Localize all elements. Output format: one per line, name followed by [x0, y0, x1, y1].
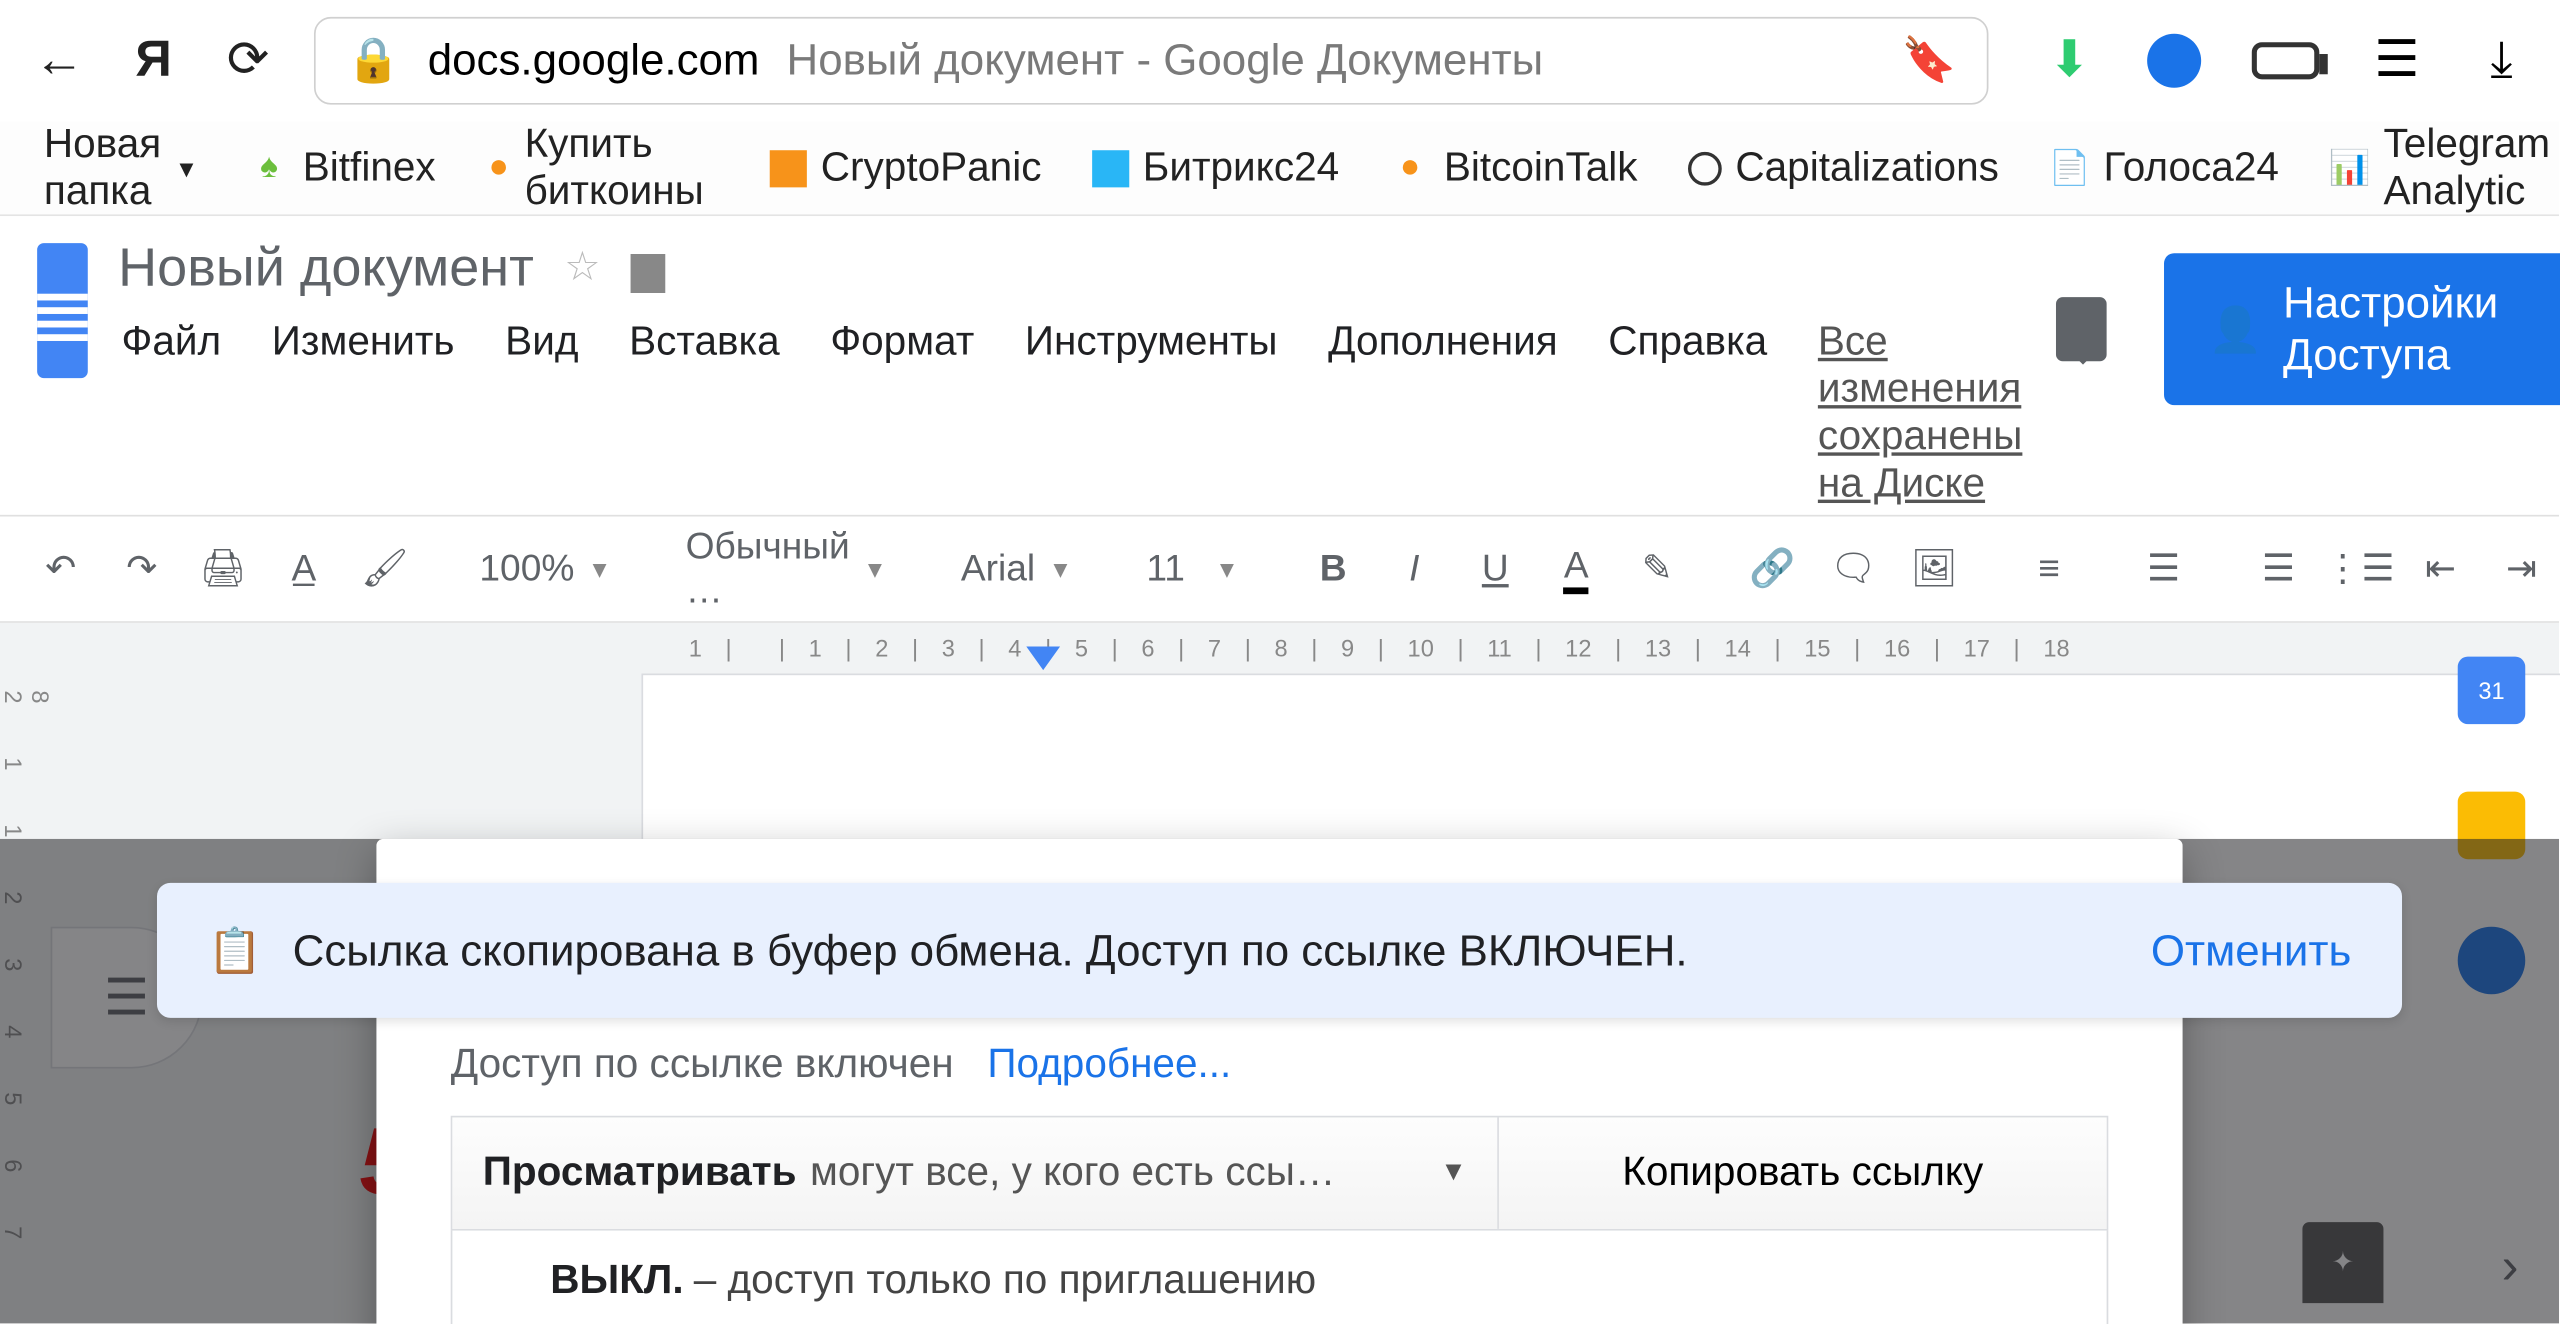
redo-button[interactable]: ↷ — [105, 532, 179, 606]
bookmark-item[interactable]: Capitalizations — [1671, 138, 2016, 199]
font-size-combo[interactable]: 11▼ — [1129, 532, 1255, 606]
url-domain: docs.google.com — [428, 34, 760, 86]
browser-top-bar: ← Я ⟳ 🔒 docs.google.com Новый документ -… — [0, 0, 2559, 122]
numbered-list-button[interactable]: ☰ — [2241, 532, 2315, 606]
insert-image-button[interactable]: 🖼 — [1897, 532, 1971, 606]
undo-button[interactable]: ↶ — [24, 532, 98, 606]
battery-icon[interactable] — [2252, 41, 2320, 78]
bookmark-folder[interactable]: Новая папка ▼ — [27, 114, 215, 222]
menu-bar: Файл Изменить Вид Вставка Формат Инструм… — [118, 312, 2026, 515]
bookmark-item[interactable]: ♠Bitfinex — [232, 138, 453, 199]
calendar-addon-icon[interactable]: 31 — [2458, 657, 2526, 725]
bookmark-item[interactable]: Битрикс24 — [1075, 138, 1356, 199]
bookmark-item[interactable]: ●BitcoinTalk — [1373, 138, 1654, 199]
menu-help[interactable]: Справка — [1605, 312, 1771, 515]
chevron-down-icon: ▼ — [1440, 1158, 1467, 1188]
align-button[interactable]: ≡ — [2012, 532, 2086, 606]
text-color-button[interactable]: A — [1539, 532, 1613, 606]
permission-options-panel: ВЫКЛ. – доступ только по приглашению Ред… — [451, 1231, 2109, 1324]
link-copied-toast: 📋 Ссылка скопирована в буфер обмена. Дос… — [157, 883, 2402, 1018]
bookmark-item[interactable]: ●Купить биткоины — [469, 114, 736, 222]
bookmark-star-icon[interactable]: 🔖 — [1902, 34, 1957, 86]
link-sharing-label: Доступ по ссылке включен — [451, 1041, 954, 1088]
download-tray-icon[interactable]: ⤓ — [2475, 33, 2529, 87]
comments-icon[interactable] — [2056, 297, 2107, 361]
bookmark-item[interactable]: CryptoPanic — [753, 138, 1058, 199]
zoom-combo[interactable]: 100%▼ — [463, 532, 629, 606]
doc-icon: 📄 — [2050, 148, 2091, 189]
learn-more-link[interactable]: Подробнее... — [987, 1041, 1231, 1088]
insert-link-button[interactable]: 🔗 — [1735, 532, 1809, 606]
bulleted-list-button[interactable]: ⋮☰ — [2322, 532, 2396, 606]
save-status[interactable]: Все изменения сохранены на Диске — [1814, 312, 2025, 515]
docs-toolbar: ↶ ↷ 🖨 A̲ 🖌 100%▼ Обычный …▼ Arial▼ 11▼ B… — [0, 515, 2559, 623]
line-spacing-button[interactable]: ☰ — [2127, 532, 2201, 606]
back-button[interactable]: ← — [30, 31, 87, 88]
docs-header: Новый документ ☆ ▆ Файл Изменить Вид Вст… — [0, 216, 2559, 515]
leaf-icon: ♠ — [249, 148, 290, 189]
spellcheck-button[interactable]: A̲ — [267, 532, 341, 606]
reload-button[interactable]: ⟳ — [219, 31, 276, 88]
option-off[interactable]: ВЫКЛ. – доступ только по приглашению — [452, 1231, 2106, 1324]
star-icon[interactable]: ☆ — [564, 243, 600, 292]
paint-format-button[interactable]: 🖌 — [348, 532, 422, 606]
folder-icon[interactable]: ▆ — [631, 241, 665, 293]
bookmark-item[interactable]: 📊Telegram Analytic — [2313, 114, 2560, 222]
bitrix-icon — [1092, 149, 1129, 186]
panel-icon[interactable]: ☰ — [2370, 33, 2424, 87]
style-combo[interactable]: Обычный …▼ — [669, 532, 904, 606]
cap-icon — [1688, 151, 1722, 185]
address-bar[interactable]: 🔒 docs.google.com Новый документ - Googl… — [314, 16, 1988, 104]
lock-icon: 🔒 — [346, 34, 401, 86]
download-icon[interactable]: ⬇ — [2042, 33, 2096, 87]
copy-link-button[interactable]: Копировать ссылку — [1499, 1117, 2107, 1228]
share-button[interactable]: 👤 Настройки Доступа — [2164, 253, 2560, 405]
highlight-button[interactable]: ✎ — [1620, 532, 1694, 606]
yandex-button[interactable]: Я — [125, 31, 182, 88]
increase-indent-button[interactable]: ⇥ — [2484, 532, 2558, 606]
panic-icon — [770, 149, 807, 186]
left-indent-marker[interactable] — [1026, 647, 1060, 671]
horizontal-ruler[interactable]: 1 | | 1 | 2 | 3 | 4 | 5 | 6 | 7 | 8 | 9 … — [641, 623, 2322, 674]
menu-tools[interactable]: Инструменты — [1022, 312, 1281, 515]
decrease-indent-button[interactable]: ⇤ — [2403, 532, 2477, 606]
lock-person-icon: 👤 — [2208, 303, 2263, 355]
menu-file[interactable]: Файл — [118, 312, 224, 515]
underline-button[interactable]: U — [1458, 532, 1532, 606]
print-button[interactable]: 🖨 — [186, 532, 260, 606]
bitcoin-icon: ● — [486, 148, 511, 189]
bitcoin-icon: ● — [1390, 148, 1431, 189]
italic-button[interactable]: I — [1377, 532, 1451, 606]
menu-addons[interactable]: Дополнения — [1325, 312, 1561, 515]
bookmark-item[interactable]: 📄Голоса24 — [2033, 138, 2296, 199]
clipboard-icon: 📋 — [208, 924, 263, 976]
menu-view[interactable]: Вид — [502, 312, 582, 515]
extension-icons: ⬇ ☰ ⤓ — [2042, 33, 2528, 87]
bold-button[interactable]: B — [1296, 532, 1370, 606]
insert-comment-button[interactable]: 🗨 — [1816, 532, 1890, 606]
toast-undo-button[interactable]: Отменить — [2151, 924, 2352, 976]
document-title[interactable]: Новый документ — [118, 236, 534, 298]
docs-logo-icon[interactable] — [37, 243, 88, 378]
page-title-tab: Новый документ - Google Документы — [787, 34, 1544, 86]
ext-blue-icon[interactable] — [2147, 33, 2201, 87]
menu-insert[interactable]: Вставка — [626, 312, 783, 515]
menu-edit[interactable]: Изменить — [268, 312, 458, 515]
document-canvas: 1 | | 1 | 2 | 3 | 4 | 5 | 6 | 7 | 8 | 9 … — [0, 623, 2559, 1324]
bookmarks-bar: Новая папка ▼ ♠Bitfinex ●Купить биткоины… — [0, 122, 2559, 217]
analytics-icon: 📊 — [2330, 148, 2371, 189]
menu-format[interactable]: Формат — [827, 312, 978, 515]
font-combo[interactable]: Arial▼ — [944, 532, 1089, 606]
toast-text: Ссылка скопирована в буфер обмена. Досту… — [293, 924, 1688, 976]
link-permission-dropdown[interactable]: Просматривать могут все, у кого есть ссы… — [452, 1117, 1499, 1228]
